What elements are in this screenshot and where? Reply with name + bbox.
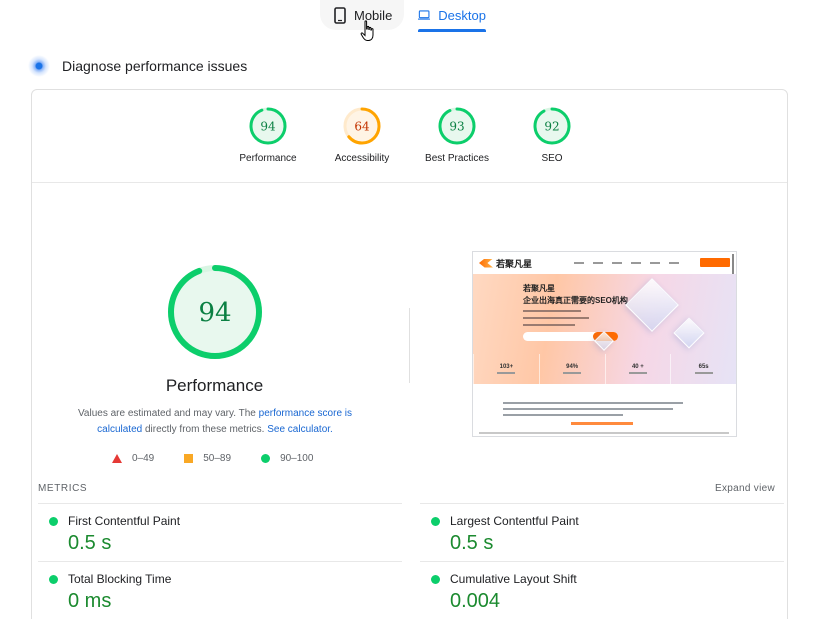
pass-circle-icon — [49, 517, 58, 526]
gauge-accessibility-label: Accessibility — [334, 153, 390, 164]
metric-value: 0.5 s — [450, 532, 494, 554]
glass-cube-graphic — [673, 317, 705, 349]
legend-pass: 90–100 — [261, 453, 313, 464]
thumbnail-cta-button — [700, 258, 730, 267]
circle-icon — [261, 454, 271, 463]
final-screenshot-thumbnail[interactable]: 若聚凡星 若聚凡星 企业出海真正需要的SEO机构 103+ 94% 40 + 6… — [472, 251, 737, 437]
performance-desc-prefix: Values are estimated and may vary. The — [77, 408, 259, 419]
gauge-performance-ring: 94 — [249, 107, 287, 145]
thumbnail-scrollbar — [732, 254, 734, 276]
thumbnail-logo: 若聚凡星 — [479, 257, 532, 270]
gauge-performance-score: 94 — [260, 120, 276, 134]
pass-circle-icon — [431, 575, 440, 584]
metric-value: 0 ms — [68, 590, 112, 612]
vertical-divider — [409, 308, 410, 383]
performance-description: Values are estimated and may vary. The p… — [70, 406, 360, 438]
thumbnail-stats: 103+ 94% 40 + 65s — [473, 354, 736, 384]
tab-desktop-label: Desktop — [438, 7, 486, 23]
gauge-seo-score: 92 — [544, 120, 559, 134]
diagnose-heading-text: Diagnose performance issues — [62, 58, 248, 74]
thumbnail-hero: 若聚凡星 企业出海真正需要的SEO机构 103+ 94% 40 + 65s — [473, 274, 736, 384]
tab-desktop[interactable]: Desktop — [418, 0, 486, 32]
performance-big-score: 94 — [198, 298, 231, 328]
legend-fail: 0–49 — [112, 453, 154, 464]
thumbnail-body-text — [503, 402, 683, 420]
glass-cube-graphic — [625, 278, 679, 332]
gauge-seo[interactable]: 92 SEO — [497, 106, 607, 164]
legend-average-label: 50–89 — [203, 453, 232, 464]
thumbnail-stat: 94% — [538, 354, 605, 384]
metric-name: Cumulative Layout Shift — [450, 572, 577, 586]
metric-first-contentful-paint: First Contentful Paint 0.5 s — [38, 503, 402, 561]
thumbnail-hero-line1: 若聚凡星 — [523, 284, 555, 293]
thumbnail-site-name: 若聚凡星 — [496, 258, 533, 269]
legend-fail-label: 0–49 — [132, 453, 155, 464]
metrics-column-right: Largest Contentful Paint 0.5 s Cumulativ… — [420, 503, 784, 619]
thumbnail-hero-bullets — [523, 310, 589, 331]
gauge-accessibility-ring: 64 — [343, 107, 381, 145]
gauge-seo-label: SEO — [541, 153, 563, 164]
thumbnail-menu — [574, 262, 680, 264]
gauge-accessibility-score: 64 — [354, 120, 370, 134]
performance-big-gauge: 94 — [168, 265, 262, 359]
diagnose-indicator-icon — [28, 55, 50, 77]
category-scores: 94 Performance 64 Accessibility 93 Best … — [32, 90, 787, 183]
thumbnail-stat: 65s — [670, 354, 736, 384]
metric-name: Largest Contentful Paint — [450, 514, 579, 528]
score-legend: 0–49 50–89 90–100 — [112, 453, 313, 464]
thumbnail-stat: 40 + — [604, 354, 671, 384]
metric-largest-contentful-paint: Largest Contentful Paint 0.5 s — [420, 503, 784, 561]
legend-average: 50–89 — [184, 453, 231, 464]
metric-name: Total Blocking Time — [68, 572, 172, 586]
logo-mark-icon — [479, 258, 493, 268]
metric-name: First Contentful Paint — [68, 514, 181, 528]
thumbnail-hero-line2: 企业出海真正需要的SEO机构 — [523, 296, 628, 305]
metric-value: 0.004 — [450, 590, 501, 612]
legend-pass-label: 90–100 — [280, 453, 314, 464]
metric-total-blocking-time: Total Blocking Time 0 ms — [38, 561, 402, 619]
smartphone-icon — [334, 6, 346, 24]
device-tab-bar: Mobile Desktop — [0, 0, 815, 41]
thumbnail-horizontal-scrollbar — [479, 432, 729, 434]
report-card: 94 Performance 64 Accessibility 93 Best … — [31, 89, 788, 619]
active-tab-indicator — [418, 29, 486, 32]
gauge-best-practices-score: 93 — [449, 120, 464, 134]
thumbnail-stat: 103+ — [473, 354, 539, 384]
square-icon — [184, 454, 194, 463]
thumbnail-navbar: 若聚凡星 — [473, 252, 736, 276]
gauge-best-practices-ring: 93 — [438, 107, 476, 145]
hand-cursor-icon — [360, 20, 374, 41]
gauge-seo-ring: 92 — [533, 107, 571, 145]
laptop-icon — [418, 10, 431, 20]
see-calculator-link[interactable]: See calculator. — [267, 424, 333, 435]
expand-view-button[interactable]: Expand view — [715, 483, 775, 494]
metric-value: 0.5 s — [68, 532, 112, 554]
performance-desc-mid: directly from these metrics. — [142, 424, 268, 435]
pass-circle-icon — [431, 517, 440, 526]
gauge-accessibility[interactable]: 64 Accessibility — [307, 106, 417, 164]
gauge-best-practices-label: Best Practices — [425, 153, 489, 164]
triangle-icon — [112, 454, 122, 463]
diagnose-heading: Diagnose performance issues — [28, 55, 247, 77]
pass-circle-icon — [49, 575, 58, 584]
thumbnail-orange-link — [571, 422, 633, 425]
performance-title: Performance — [165, 376, 264, 395]
metric-cumulative-layout-shift: Cumulative Layout Shift 0.004 — [420, 561, 784, 619]
metrics-column-left: First Contentful Paint 0.5 s Total Block… — [38, 503, 402, 619]
metrics-header: METRICS — [38, 483, 88, 494]
gauge-best-practices[interactable]: 93 Best Practices — [402, 106, 512, 164]
